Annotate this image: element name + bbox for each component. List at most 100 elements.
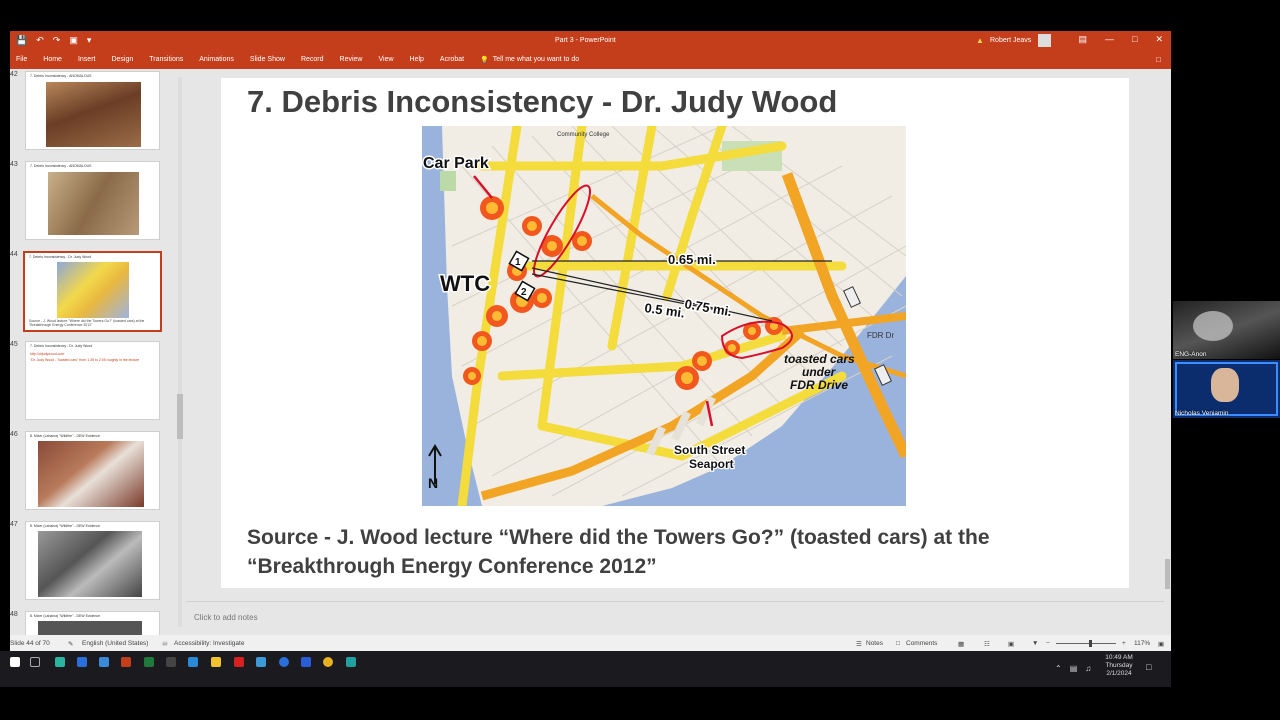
user-name[interactable]: Robert Jeavs	[990, 37, 1031, 44]
video-tile-participant[interactable]: Nicholas Veniamin	[1173, 360, 1280, 418]
app-icon[interactable]	[77, 657, 87, 667]
source-caption[interactable]: Source - J. Wood lecture “Where did the …	[247, 523, 1107, 581]
notification-icon[interactable]: □	[1146, 662, 1151, 672]
slide-title[interactable]: 7. Debris Inconsistency - Dr. Judy Wood	[247, 84, 837, 120]
tab-review[interactable]: Review	[340, 56, 363, 63]
label-north: N	[428, 475, 438, 491]
slide-sorter-icon[interactable]: ☷	[984, 640, 990, 648]
undo-icon[interactable]: ↶	[36, 35, 44, 46]
tab-acrobat[interactable]: Acrobat	[440, 56, 464, 63]
slide-thumbnail-selected[interactable]: 7. Debris Inconsistency - Dr. Judy Wood …	[23, 251, 162, 332]
chrome-icon[interactable]	[323, 657, 333, 667]
slide-thumbnail[interactable]: 7. Debris Inconsistency - ANOMALOUS	[25, 161, 160, 240]
slide-thumbnail[interactable]: 8. Mixer (Lahaina) "Wildfire" - DEW Evid…	[25, 431, 160, 510]
slide-number: 45	[10, 341, 18, 348]
clock-date: 2/1/2024	[1106, 670, 1132, 677]
tab-design[interactable]: Design	[111, 56, 133, 63]
scroll-thumb[interactable]	[1165, 559, 1170, 589]
sidebar-scrollbar[interactable]	[176, 69, 184, 635]
label-fdr-drive: FDR Drive	[790, 378, 848, 392]
more-icon[interactable]: ▾	[87, 35, 92, 46]
app-icon[interactable]	[346, 657, 356, 667]
slide-number: 43	[10, 161, 18, 168]
tab-file[interactable]: File	[16, 56, 27, 63]
accessibility-icon: ♾	[162, 641, 168, 648]
comments-icon: □	[896, 640, 900, 647]
tab-insert[interactable]: Insert	[78, 56, 96, 63]
label-fdr-dr: FDR Dr	[867, 331, 894, 340]
windows-start-icon[interactable]	[10, 657, 20, 667]
normal-view-icon[interactable]: ▦	[958, 640, 964, 648]
zoom-level[interactable]: 117%	[1134, 640, 1150, 647]
tab-slide-show[interactable]: Slide Show	[250, 56, 285, 63]
notes-button[interactable]: Notes	[866, 640, 883, 647]
canvas-scrollbar[interactable]	[1164, 69, 1171, 635]
edge-icon[interactable]	[55, 657, 65, 667]
slide-count: Slide 44 of 70	[10, 640, 50, 647]
video-tile-participant[interactable]: ENG-Anon	[1173, 301, 1280, 359]
notes-pane[interactable]: Click to add notes	[186, 601, 1164, 635]
app-icon[interactable]	[166, 657, 176, 667]
app-icon[interactable]	[256, 657, 266, 667]
tell-me-search[interactable]: 💡 Tell me what you want to do	[480, 56, 579, 64]
tab-animations[interactable]: Animations	[199, 56, 234, 63]
tab-record[interactable]: Record	[301, 56, 324, 63]
notes-placeholder[interactable]: Click to add notes	[194, 613, 258, 622]
app-icon[interactable]	[99, 657, 109, 667]
tab-help[interactable]: Help	[410, 56, 424, 63]
thumbnail-map-image	[57, 262, 129, 318]
file-explorer-icon[interactable]	[211, 657, 221, 667]
close-icon[interactable]: ✕	[1155, 34, 1163, 45]
reading-view-icon[interactable]: ▣	[1008, 640, 1014, 648]
save-icon[interactable]: 💾	[16, 35, 27, 46]
tab-view[interactable]: View	[378, 56, 393, 63]
zoom-app-icon[interactable]	[301, 657, 311, 667]
label-college: Community College	[557, 132, 610, 138]
slide-canvas[interactable]: 7. Debris Inconsistency - Dr. Judy Wood	[221, 78, 1129, 588]
slide-number: 47	[10, 521, 18, 528]
acrobat-icon[interactable]	[234, 657, 244, 667]
minimize-icon[interactable]: —	[1105, 34, 1114, 45]
slide-number: 42	[10, 71, 18, 78]
avatar[interactable]	[1038, 34, 1051, 47]
spellcheck-icon[interactable]: ✎	[68, 640, 73, 648]
comments-button[interactable]: Comments	[906, 640, 937, 647]
powerpoint-icon[interactable]	[121, 657, 131, 667]
participant-video	[1211, 368, 1239, 402]
slideshow-icon[interactable]: ▼	[1032, 640, 1038, 647]
slide-thumbnail[interactable]: 8. Mixer (Lahaina) "Wildfire" - DEW Evid…	[25, 611, 160, 635]
thumbnail-title: 8. Mixer (Lahaina) "Wildfire" - DEW Evid…	[30, 434, 100, 438]
clock-day: Thursday	[1105, 662, 1133, 669]
excel-icon[interactable]	[144, 657, 154, 667]
taskbar-clock[interactable]: 10:49 AM Thursday 2/1/2024	[1094, 654, 1144, 678]
app-icon[interactable]	[279, 657, 289, 667]
slide-number: 44	[10, 251, 18, 258]
map-image[interactable]: Car Park WTC 1 2 0.65 mi. 0.75 mi. 0.5 m…	[422, 126, 906, 506]
ribbon-display-icon[interactable]: ▤	[1079, 34, 1088, 45]
app-icon[interactable]	[188, 657, 198, 667]
fit-slide-icon[interactable]: ▣	[1158, 640, 1164, 648]
task-view-icon[interactable]	[30, 657, 40, 667]
maximize-icon[interactable]: □	[1132, 34, 1137, 45]
present-icon[interactable]: ▣	[69, 35, 78, 46]
zoom-in-icon[interactable]: +	[1122, 640, 1126, 647]
thumbnail-image	[46, 82, 141, 147]
redo-icon[interactable]: ↷	[53, 35, 61, 46]
volume-icon[interactable]: ♫	[1085, 664, 1091, 673]
tab-transitions[interactable]: Transitions	[149, 56, 183, 63]
zoom-slider[interactable]	[1056, 643, 1116, 644]
chevron-up-icon[interactable]: ⌃	[1055, 664, 1062, 673]
slide-thumbnail[interactable]: 7. Debris Inconsistency - ANOMALOUS	[25, 71, 160, 150]
zoom-slider-thumb[interactable]	[1089, 640, 1092, 647]
slide-thumbnail[interactable]: 7. Debris Inconsistency - Dr. Judy Wood …	[25, 341, 160, 420]
comment-icon[interactable]: □	[1156, 55, 1161, 64]
scroll-thumb[interactable]	[177, 394, 183, 439]
slide-thumbnail[interactable]: 8. Mixer (Lahaina) "Wildfire" - DEW Evid…	[25, 521, 160, 600]
language-label[interactable]: English (United States)	[82, 640, 148, 647]
warning-icon[interactable]: ▲	[976, 36, 984, 45]
slide-thumbnails-pane[interactable]: 42 7. Debris Inconsistency - ANOMALOUS 4…	[10, 69, 186, 635]
accessibility-label[interactable]: Accessibility: Investigate	[174, 640, 244, 647]
network-icon[interactable]: ▤	[1070, 664, 1078, 673]
zoom-out-icon[interactable]: −	[1046, 640, 1050, 647]
tab-home[interactable]: Home	[43, 56, 62, 63]
